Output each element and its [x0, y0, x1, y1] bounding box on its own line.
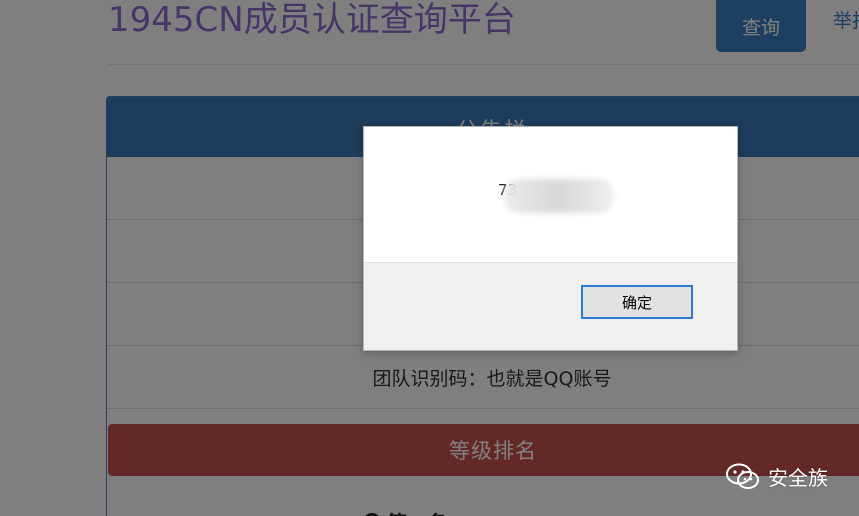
alert-dialog-footer: 确定	[364, 263, 737, 350]
alert-dialog-body: 73	[364, 127, 737, 263]
watermark-text: 安全族	[768, 466, 828, 490]
watermark: 安全族	[726, 462, 828, 491]
ok-button[interactable]: 确定	[581, 285, 693, 319]
wechat-icon	[726, 463, 759, 489]
alert-dialog: 73 确定	[363, 126, 738, 351]
browser-viewport: 1945CN成员认证查询平台 查询 举报 公告栏 团队识别码：也就是QQ账号 等…	[0, 0, 859, 516]
redaction-blur	[504, 179, 614, 213]
